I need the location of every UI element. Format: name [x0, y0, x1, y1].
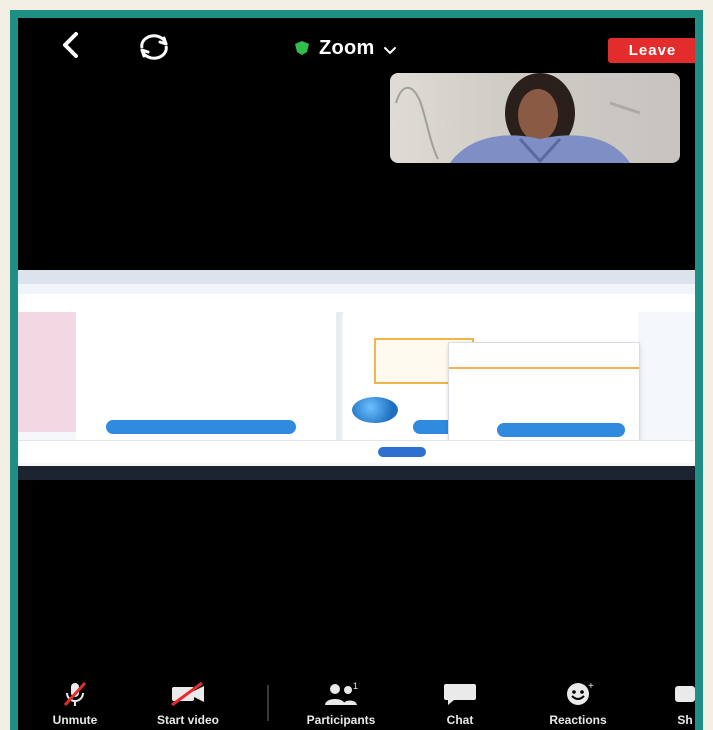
shared-popup-dialog	[448, 342, 640, 442]
unmute-label: Unmute	[52, 713, 98, 727]
phone-frame: Zoom Leave Unmute Start video 1 Particip…	[10, 10, 703, 730]
shared-blue-button	[497, 423, 625, 437]
reactions-icon: +	[558, 681, 598, 707]
start-video-label: Start video	[156, 713, 219, 727]
shield-icon	[293, 40, 311, 56]
shared-taskbar	[18, 466, 695, 480]
chat-button[interactable]: Chat	[430, 681, 490, 727]
chevron-down-icon	[383, 43, 397, 55]
unmute-button[interactable]: Unmute	[40, 681, 110, 727]
chat-icon	[440, 681, 480, 707]
shared-blue-button	[106, 420, 296, 434]
share-label: Sh	[677, 713, 693, 727]
shared-browser-tabs	[18, 270, 695, 284]
shared-screen	[18, 270, 695, 480]
chat-label: Chat	[446, 713, 474, 727]
mic-muted-icon	[59, 681, 91, 707]
shared-main-panel	[76, 312, 342, 440]
video-off-icon	[168, 681, 208, 707]
leave-button[interactable]: Leave	[608, 38, 695, 63]
participants-label: Participants	[306, 713, 376, 727]
shared-notification-bar	[18, 440, 695, 463]
reactions-label: Reactions	[549, 713, 607, 727]
participants-icon: 1	[321, 681, 361, 707]
share-button[interactable]: Sh	[670, 681, 695, 727]
svg-text:1: 1	[353, 681, 358, 691]
back-arrow-icon[interactable]	[58, 30, 84, 60]
shared-far-right-panel	[638, 312, 695, 440]
self-view-video[interactable]	[390, 73, 680, 163]
switch-camera-icon[interactable]	[134, 32, 174, 60]
zoom-meeting-screen: Zoom Leave Unmute Start video 1 Particip…	[18, 18, 695, 730]
reactions-button[interactable]: + Reactions	[533, 681, 623, 727]
top-bar: Zoom Leave	[18, 18, 695, 78]
meeting-toolbar: Unmute Start video 1 Participants Chat +…	[18, 673, 695, 730]
toolbar-divider	[267, 685, 269, 721]
shared-left-panel	[18, 312, 76, 432]
start-video-button[interactable]: Start video	[138, 681, 238, 727]
globe-icon	[352, 397, 398, 423]
app-title: Zoom	[319, 36, 375, 59]
svg-text:+: +	[588, 681, 594, 692]
meeting-title[interactable]: Zoom	[293, 34, 397, 62]
share-icon	[672, 681, 695, 707]
participants-button[interactable]: 1 Participants	[286, 681, 396, 727]
shared-site-toolbar	[18, 294, 695, 313]
